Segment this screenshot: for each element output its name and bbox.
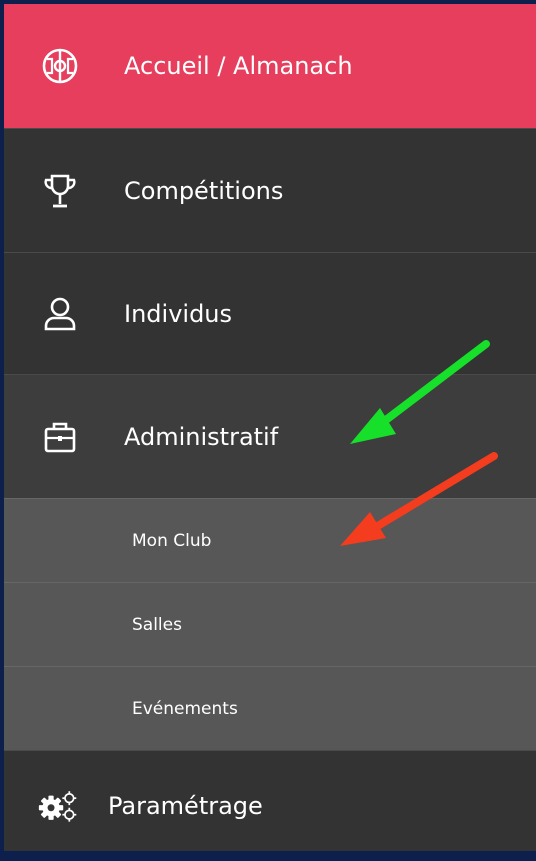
briefcase-icon [40,417,80,457]
menu-item-accueil[interactable]: Accueil / Almanach [4,4,536,128]
sidebar-menu: Accueil / Almanach Compétitions Individu… [4,4,536,851]
submenu-item-label: Mon Club [132,531,212,551]
menu-item-label: Individus [124,299,233,328]
menu-item-parametrage[interactable]: Paramétrage [4,750,536,851]
submenu-item-label: Salles [132,615,182,635]
menu-item-label: Paramétrage [108,791,263,820]
user-icon [40,294,80,334]
trophy-icon [40,171,80,211]
submenu-item-label: Evénements [132,699,238,719]
submenu-item-mon-club[interactable]: Mon Club [4,498,536,583]
menu-item-label: Accueil / Almanach [124,52,353,80]
menu-item-individus[interactable]: Individus [4,252,536,374]
submenu-item-salles[interactable]: Salles [4,582,536,667]
menu-item-label: Compétitions [124,176,284,205]
menu-item-label: Administratif [124,422,279,451]
submenu-item-evenements[interactable]: Evénements [4,666,536,751]
menu-item-administratif[interactable]: Administratif [4,374,536,498]
menu-item-competitions[interactable]: Compétitions [4,128,536,252]
gears-icon [38,786,78,826]
sidebar-frame: Accueil / Almanach Compétitions Individu… [0,0,536,861]
soccer-field-icon [40,46,80,86]
